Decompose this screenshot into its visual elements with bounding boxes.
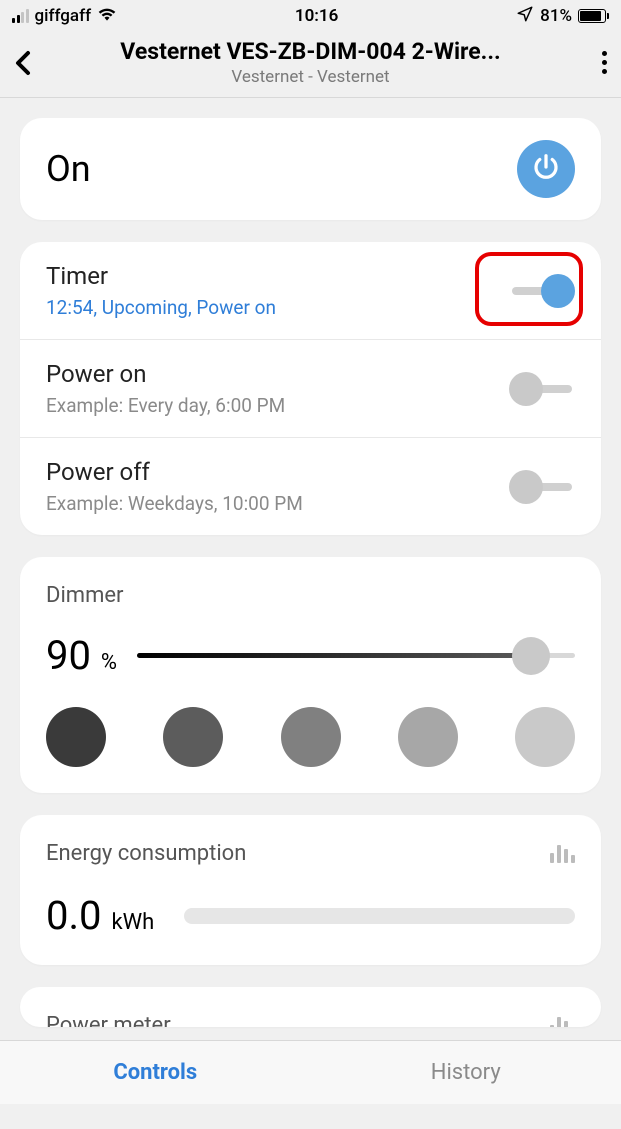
wifi-icon (97, 6, 117, 27)
power-on-row[interactable]: Power on Example: Every day, 6:00 PM (20, 339, 601, 437)
status-bar: giffgaff 10:16 81% (0, 0, 621, 32)
tab-history[interactable]: History (311, 1041, 621, 1104)
battery-icon (578, 9, 609, 23)
carrier-label: giffgaff (35, 6, 92, 26)
timer-toggle[interactable] (509, 273, 575, 309)
dimmer-value: 90 % (46, 632, 117, 679)
timer-row[interactable]: Timer 12:54, Upcoming, Power on (20, 242, 601, 339)
content: On Timer 12:54, Upcoming, Power on Power… (0, 98, 621, 1129)
power-off-title: Power off (46, 458, 303, 486)
more-vertical-icon (602, 51, 607, 74)
dimmer-card: Dimmer 90 % (20, 557, 601, 793)
dimmer-preset-3[interactable] (281, 707, 341, 767)
page-subtitle: Vesternet - Vesternet (44, 67, 577, 87)
energy-bar (184, 908, 575, 924)
bottom-tabs: Controls History (0, 1040, 621, 1104)
back-button[interactable] (14, 49, 44, 77)
status-right: 81% (516, 5, 609, 28)
energy-value: 0.0 kWh (46, 892, 154, 939)
bar-chart-icon[interactable] (550, 845, 575, 863)
power-on-toggle[interactable] (509, 371, 575, 407)
more-menu-button[interactable] (577, 51, 607, 74)
power-on-title: Power on (46, 360, 285, 388)
schedule-card: Timer 12:54, Upcoming, Power on Power on… (20, 242, 601, 535)
page-title: Vesternet VES-ZB-DIM-004 2-Wire... (44, 38, 577, 65)
dimmer-preset-2[interactable] (163, 707, 223, 767)
tab-controls[interactable]: Controls (0, 1041, 311, 1104)
timer-subtitle: 12:54, Upcoming, Power on (46, 296, 276, 319)
dimmer-label: Dimmer (46, 583, 575, 608)
status-time: 10:16 (295, 6, 338, 26)
dimmer-preset-5[interactable] (515, 707, 575, 767)
power-off-toggle[interactable] (509, 469, 575, 505)
battery-pct: 81% (540, 6, 572, 26)
power-meter-card: Power meter (20, 987, 601, 1027)
power-meter-title: Power meter (46, 1013, 171, 1027)
header: Vesternet VES-ZB-DIM-004 2-Wire... Veste… (0, 32, 621, 98)
dimmer-preset-4[interactable] (398, 707, 458, 767)
timer-title: Timer (46, 262, 276, 290)
dimmer-slider[interactable] (137, 636, 575, 676)
power-on-subtitle: Example: Every day, 6:00 PM (46, 394, 285, 417)
header-center: Vesternet VES-ZB-DIM-004 2-Wire... Veste… (44, 38, 577, 87)
power-off-row[interactable]: Power off Example: Weekdays, 10:00 PM (20, 437, 601, 535)
energy-card: Energy consumption 0.0 kWh (20, 815, 601, 965)
bar-chart-icon[interactable] (550, 1017, 575, 1028)
power-state-card: On (20, 118, 601, 220)
dimmer-preset-1[interactable] (46, 707, 106, 767)
power-state-label: On (46, 148, 91, 190)
energy-title: Energy consumption (46, 841, 246, 866)
status-left: giffgaff (12, 6, 117, 27)
cellular-signal-icon (12, 9, 29, 23)
power-off-subtitle: Example: Weekdays, 10:00 PM (46, 492, 303, 515)
dimmer-presets (46, 707, 575, 767)
power-icon (531, 152, 561, 186)
location-icon (516, 5, 534, 28)
power-toggle-button[interactable] (517, 140, 575, 198)
